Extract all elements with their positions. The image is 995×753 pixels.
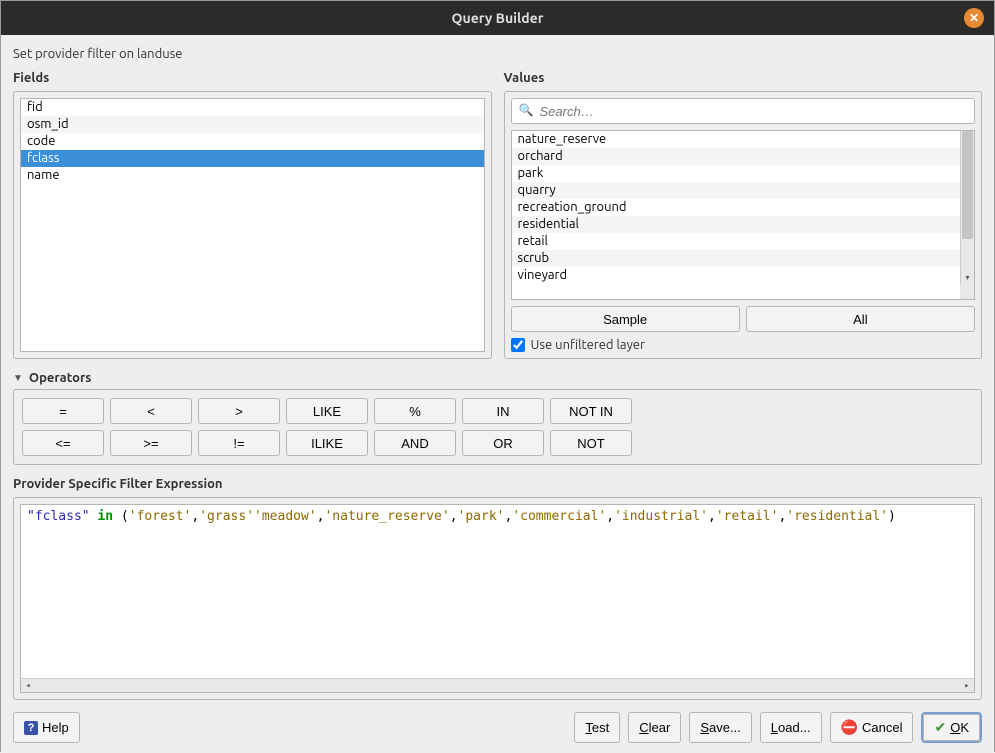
horizontal-scrollbar[interactable]: ◂ ▸ xyxy=(21,678,974,692)
field-item[interactable]: fclass xyxy=(21,150,484,167)
operators-header[interactable]: ▼ Operators xyxy=(13,371,982,385)
operator-button[interactable]: LIKE xyxy=(286,398,368,424)
dialog-body: Set provider filter on landuse Fields fi… xyxy=(1,35,994,753)
load-button[interactable]: Load... xyxy=(760,712,822,743)
expression-content[interactable]: "fclass" in ('forest','grass''meadow','n… xyxy=(21,505,974,678)
value-item[interactable]: park xyxy=(512,165,961,182)
help-button-label: Help xyxy=(42,720,69,735)
save-button[interactable]: Save... xyxy=(689,712,751,743)
values-label: Values xyxy=(504,71,983,85)
expression-panel: "fclass" in ('forest','grass''meadow','n… xyxy=(13,497,982,700)
cancel-icon: ⛔ xyxy=(841,719,858,736)
value-item[interactable]: scrub xyxy=(512,250,961,267)
operators-label: Operators xyxy=(29,371,92,385)
operator-button[interactable]: <= xyxy=(22,430,104,456)
fields-listbox[interactable]: fidosm_idcodefclassname xyxy=(20,98,485,352)
window-title: Query Builder xyxy=(452,10,544,26)
operator-button[interactable]: NOT IN xyxy=(550,398,632,424)
values-column: Values 🔍 nature_reserveorchardparkquarry… xyxy=(504,71,983,359)
operators-row-1: =<>LIKE%INNOT IN xyxy=(22,398,973,424)
help-button[interactable]: ? Help xyxy=(13,712,80,743)
field-item[interactable]: fid xyxy=(21,99,484,116)
operator-button[interactable]: NOT xyxy=(550,430,632,456)
operator-button[interactable]: IN xyxy=(462,398,544,424)
operator-button[interactable]: = xyxy=(22,398,104,424)
clear-button-label: Clear xyxy=(639,720,670,735)
subtitle: Set provider filter on landuse xyxy=(13,47,982,61)
footer-spacer xyxy=(88,712,567,743)
cancel-button-label: Cancel xyxy=(862,720,902,735)
value-item[interactable]: orchard xyxy=(512,148,961,165)
values-listbox[interactable]: nature_reserveorchardparkquarryrecreatio… xyxy=(512,131,961,285)
values-button-row: Sample All xyxy=(511,306,976,332)
fields-label: Fields xyxy=(13,71,492,85)
value-item[interactable]: vineyard xyxy=(512,267,961,284)
value-item[interactable]: quarry xyxy=(512,182,961,199)
values-panel: 🔍 nature_reserveorchardparkquarryrecreat… xyxy=(504,91,983,359)
fields-column: Fields fidosm_idcodefclassname xyxy=(13,71,492,359)
test-button[interactable]: Test xyxy=(574,712,620,743)
ok-button-label: OK xyxy=(950,720,969,735)
value-item[interactable]: recreation_ground xyxy=(512,199,961,216)
operator-button[interactable]: % xyxy=(374,398,456,424)
cancel-button[interactable]: ⛔ Cancel xyxy=(830,712,914,743)
operator-button[interactable]: > xyxy=(198,398,280,424)
search-input[interactable] xyxy=(511,98,976,124)
vertical-scrollbar[interactable]: ▾ xyxy=(960,131,974,285)
operator-button[interactable]: AND xyxy=(374,430,456,456)
clear-button[interactable]: Clear xyxy=(628,712,681,743)
scrollbar-arrow-down-icon[interactable]: ▾ xyxy=(961,271,974,285)
columns: Fields fidosm_idcodefclassname Values 🔍 … xyxy=(13,71,982,359)
ok-icon: ✔ xyxy=(934,719,946,736)
fields-panel: fidosm_idcodefclassname xyxy=(13,91,492,359)
search-box: 🔍 xyxy=(511,98,976,124)
operator-button[interactable]: != xyxy=(198,430,280,456)
use-unfiltered-label: Use unfiltered layer xyxy=(531,338,645,352)
use-unfiltered-checkbox[interactable] xyxy=(511,338,525,352)
all-button[interactable]: All xyxy=(746,306,975,332)
scrollbar-arrow-right-icon[interactable]: ▸ xyxy=(960,679,974,693)
use-unfiltered-row[interactable]: Use unfiltered layer xyxy=(511,338,976,352)
value-item[interactable]: retail xyxy=(512,233,961,250)
field-item[interactable]: name xyxy=(21,167,484,184)
save-button-label: Save... xyxy=(700,720,740,735)
operator-button[interactable]: >= xyxy=(110,430,192,456)
test-button-label: Test xyxy=(585,720,609,735)
field-item[interactable]: code xyxy=(21,133,484,150)
collapse-triangle-icon: ▼ xyxy=(13,372,23,384)
expression-box[interactable]: "fclass" in ('forest','grass''meadow','n… xyxy=(20,504,975,693)
sample-button[interactable]: Sample xyxy=(511,306,740,332)
help-icon: ? xyxy=(24,721,38,735)
titlebar: Query Builder ✕ xyxy=(1,1,994,35)
operators-panel: =<>LIKE%INNOT IN <=>=!=ILIKEANDORNOT xyxy=(13,389,982,465)
field-item[interactable]: osm_id xyxy=(21,116,484,133)
operators-row-2: <=>=!=ILIKEANDORNOT xyxy=(22,430,973,456)
operator-button[interactable]: ILIKE xyxy=(286,430,368,456)
ok-button-wrap: ✔ OK xyxy=(921,712,982,743)
scrollbar-arrow-left-icon[interactable]: ◂ xyxy=(21,679,35,693)
operator-button[interactable]: OR xyxy=(462,430,544,456)
search-icon: 🔍 xyxy=(519,103,534,117)
value-item[interactable]: nature_reserve xyxy=(512,131,961,148)
ok-button[interactable]: ✔ OK xyxy=(923,714,980,741)
operator-button[interactable]: < xyxy=(110,398,192,424)
scrollbar-corner xyxy=(960,285,974,299)
values-list-wrap: nature_reserveorchardparkquarryrecreatio… xyxy=(511,130,976,300)
expression-label: Provider Specific Filter Expression xyxy=(13,477,982,491)
footer-row: ? Help Test Clear Save... Load... ⛔ Canc… xyxy=(13,712,982,743)
load-button-label: Load... xyxy=(771,720,811,735)
value-item[interactable]: residential xyxy=(512,216,961,233)
scrollbar-thumb[interactable] xyxy=(962,131,973,239)
close-icon[interactable]: ✕ xyxy=(964,8,984,28)
